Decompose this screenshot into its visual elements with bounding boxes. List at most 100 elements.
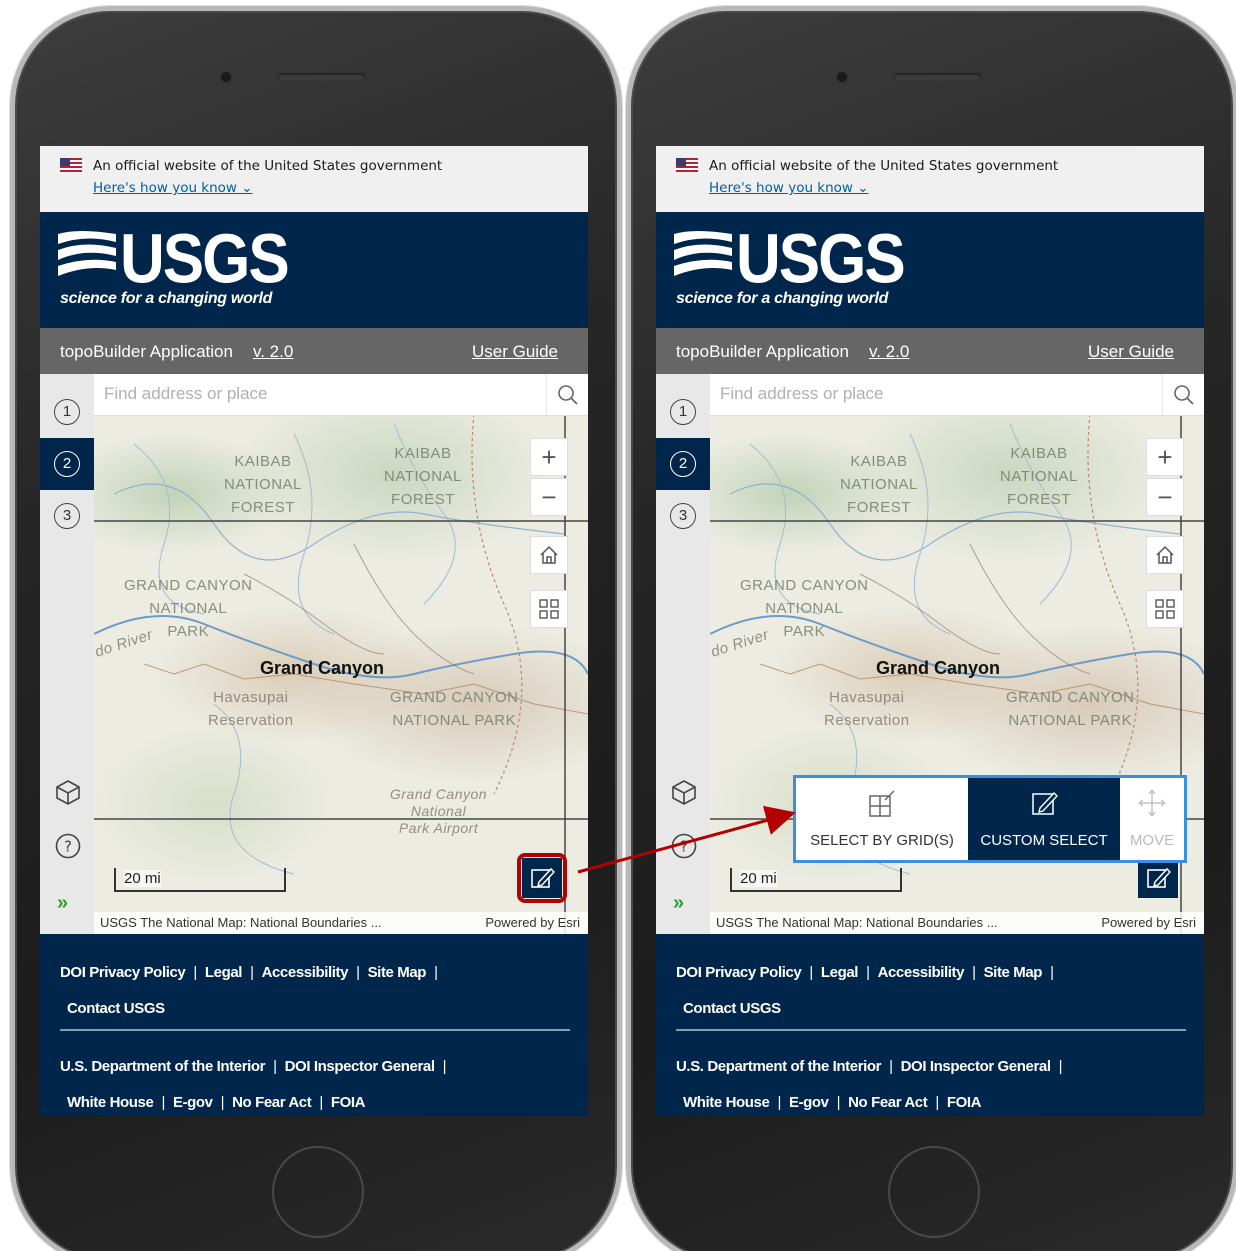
search-icon <box>558 385 578 405</box>
usgs-tagline: science for a changing world <box>676 290 889 307</box>
zoom-in-button[interactable]: + <box>530 438 568 476</box>
usgs-header: USGS science for a changing world <box>656 212 1204 328</box>
site-footer: DOI Privacy Policy | Legal | Accessibility | S… <box>656 934 1204 1116</box>
selection-tool-popup: SELECT BY GRID(S) CUSTOM SELECT MOVE <box>793 775 1187 863</box>
search-button[interactable] <box>546 374 588 416</box>
screen: An official website of the United States… <box>40 146 588 1116</box>
help-icon[interactable]: ? <box>54 832 82 860</box>
pencil-square-icon <box>1147 867 1171 888</box>
search-input[interactable] <box>720 384 1140 404</box>
step-3-button[interactable]: 3 <box>656 490 710 542</box>
draw-tool-button[interactable] <box>522 858 562 898</box>
move-button[interactable]: MOVE <box>1120 778 1184 860</box>
footer-link[interactable]: Contact USGS <box>683 1000 781 1017</box>
basemap-gallery-button[interactable] <box>530 590 568 628</box>
footer-link[interactable]: DOI Privacy Policy <box>60 964 186 981</box>
map-label-gc-park: GRAND CANYON NATIONAL PARK <box>390 689 519 729</box>
gov-banner: An official website of the United States… <box>40 146 588 212</box>
footer-link[interactable]: Contact USGS <box>67 1000 165 1017</box>
us-flag-icon <box>60 158 82 172</box>
footer-link[interactable]: U.S. Department of the Interior <box>676 1058 882 1075</box>
step-2-button[interactable]: 2 <box>40 438 94 490</box>
map-label-city: Grand Canyon <box>876 658 1001 678</box>
step-3-button[interactable]: 3 <box>40 490 94 542</box>
search-icon <box>1174 385 1194 405</box>
zoom-out-button[interactable]: − <box>1146 478 1184 516</box>
pencil-square-icon <box>531 867 555 888</box>
phone-left: An official website of the United States… <box>10 6 622 1251</box>
powered-by-esri[interactable]: Powered by Esri <box>1101 915 1196 930</box>
step-1-button[interactable]: 1 <box>656 386 710 438</box>
footer-link[interactable]: DOI Inspector General <box>901 1058 1051 1075</box>
3d-cube-icon[interactable] <box>54 778 82 806</box>
gov-banner-link[interactable]: Here's how you know ⌄ <box>93 180 253 196</box>
app-title: topoBuilder Application <box>60 342 233 361</box>
map-label-airport: Grand Canyon National Park Airport <box>390 786 488 836</box>
footer-link[interactable]: E-gov <box>789 1094 829 1111</box>
home-extent-button[interactable] <box>1146 536 1184 574</box>
map-label-havasupai: Havasupai Reservation <box>208 689 294 729</box>
select-by-grid-button[interactable]: SELECT BY GRID(S) <box>796 778 968 860</box>
usgs-wordmark: USGS <box>120 221 290 299</box>
footer-link[interactable]: White House <box>67 1094 154 1111</box>
home-button[interactable] <box>888 1146 980 1238</box>
step-rail: 1 2 3 ? » <box>656 374 710 934</box>
draw-tool-button[interactable] <box>1138 858 1178 898</box>
footer-link[interactable]: FOIA <box>331 1094 366 1111</box>
custom-select-button[interactable]: CUSTOM SELECT <box>968 778 1120 860</box>
footer-link[interactable]: Legal <box>205 964 243 981</box>
footer-link[interactable]: No Fear Act <box>848 1094 928 1111</box>
footer-link[interactable]: Accessibility <box>878 964 965 981</box>
gov-banner-text: An official website of the United States… <box>93 158 443 174</box>
footer-link[interactable]: DOI Privacy Policy <box>676 964 802 981</box>
map-label-city: Grand Canyon <box>260 658 385 678</box>
user-guide-link[interactable]: User Guide <box>472 342 558 362</box>
home-icon <box>540 545 558 564</box>
app-bar: topoBuilder Application v. 2.0 User Guid… <box>656 328 1204 374</box>
step-2-button[interactable]: 2 <box>656 438 710 490</box>
footer-link[interactable]: Accessibility <box>262 964 349 981</box>
gov-banner-text: An official website of the United States… <box>709 158 1059 174</box>
pencil-square-icon <box>1032 791 1058 815</box>
app-version-link[interactable]: v. 2.0 <box>253 342 293 362</box>
gov-banner: An official website of the United States… <box>656 146 1204 212</box>
map-view[interactable]: KAIBAB NATIONAL FOREST KAIBAB NATIONAL FORES… <box>94 374 588 934</box>
move-arrows-icon <box>1138 789 1166 817</box>
footer-link[interactable]: FOIA <box>947 1094 982 1111</box>
expand-chevron-icon[interactable]: » <box>673 892 684 915</box>
footer-link[interactable]: U.S. Department of the Interior <box>60 1058 266 1075</box>
footer-divider <box>60 1029 570 1031</box>
powered-by-esri[interactable]: Powered by Esri <box>485 915 580 930</box>
user-guide-link[interactable]: User Guide <box>1088 342 1174 362</box>
app-version-link[interactable]: v. 2.0 <box>869 342 909 362</box>
search-input[interactable] <box>104 384 524 404</box>
home-button[interactable] <box>272 1146 364 1238</box>
app-bar: topoBuilder Application v. 2.0 User Guid… <box>40 328 588 374</box>
svg-text:?: ? <box>680 838 688 856</box>
basemap-gallery-button[interactable] <box>1146 590 1184 628</box>
footer-link[interactable]: DOI Inspector General <box>285 1058 435 1075</box>
footer-link[interactable]: White House <box>683 1094 770 1111</box>
3d-cube-icon[interactable] <box>670 778 698 806</box>
usgs-wave-icon <box>58 231 116 276</box>
gov-banner-link[interactable]: Here's how you know ⌄ <box>709 180 869 196</box>
search-button[interactable] <box>1162 374 1204 416</box>
footer-link[interactable]: Legal <box>821 964 859 981</box>
map-label-havasupai: Havasupai Reservation <box>824 689 910 729</box>
expand-chevron-icon[interactable]: » <box>57 892 68 915</box>
app-title: topoBuilder Application <box>676 342 849 361</box>
zoom-out-button[interactable]: − <box>530 478 568 516</box>
zoom-in-button[interactable]: + <box>1146 438 1184 476</box>
footer-link[interactable]: Site Map <box>984 964 1043 981</box>
basemap-grid-icon <box>1155 599 1175 619</box>
footer-link[interactable]: Site Map <box>368 964 427 981</box>
step-1-button[interactable]: 1 <box>40 386 94 438</box>
map-label-kaibab: KAIBAB NATIONAL FOREST <box>840 453 918 516</box>
phone-right: An official website of the United States… <box>626 6 1236 1251</box>
help-icon[interactable]: ? <box>670 832 698 860</box>
usgs-wordmark: USGS <box>736 221 906 299</box>
footer-link[interactable]: E-gov <box>173 1094 213 1111</box>
home-extent-button[interactable] <box>530 536 568 574</box>
footer-link[interactable]: No Fear Act <box>232 1094 312 1111</box>
basemap-grid-icon <box>539 599 559 619</box>
